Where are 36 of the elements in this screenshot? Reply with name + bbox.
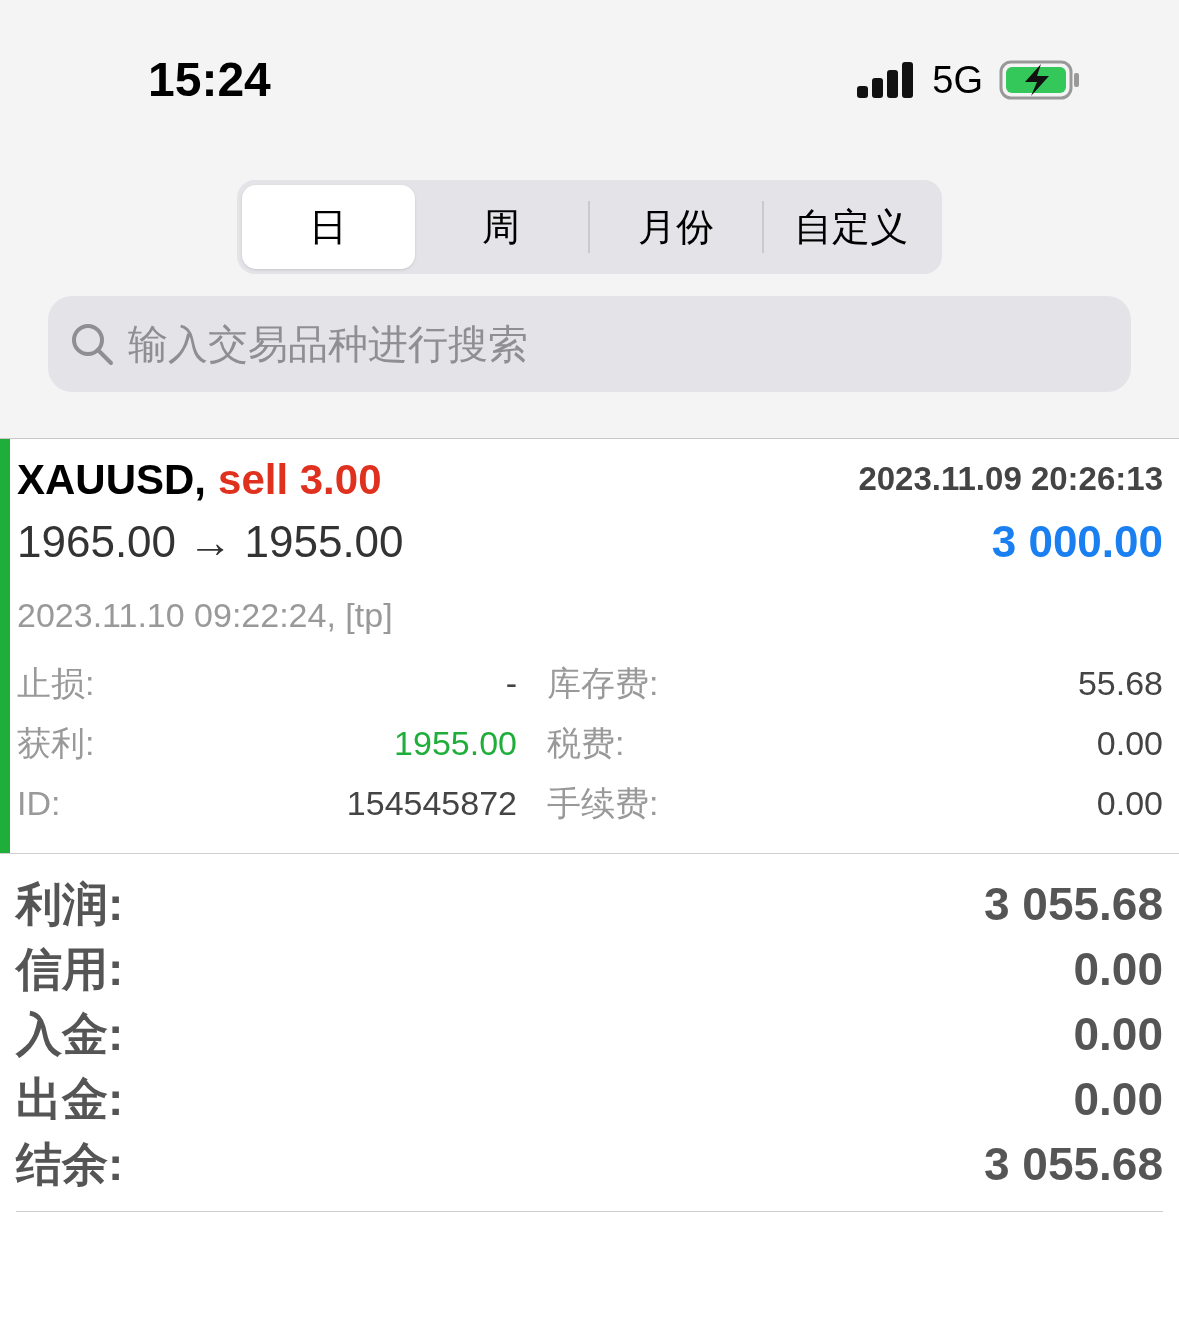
summary-label: 信用:	[16, 942, 124, 997]
period-tab[interactable]: 日	[242, 185, 415, 269]
detail-value: 1955.00	[394, 722, 517, 764]
summary-label: 结余:	[16, 1137, 124, 1192]
detail-value: -	[505, 662, 517, 704]
summary-label: 出金:	[16, 1072, 124, 1127]
open-time: 2023.11.09 20:26:13	[858, 459, 1163, 500]
search-field[interactable]: 输入交易品种进行搜索	[48, 296, 1131, 392]
summary-value: 0.00	[1073, 1072, 1163, 1127]
trade-profit: 3 000.00	[991, 516, 1163, 568]
period-tab[interactable]: 周	[414, 185, 588, 269]
close-info: 2023.11.10 09:22:24, [tp]	[17, 594, 393, 636]
detail-value: 154545872	[346, 782, 517, 824]
detail-label: 税费:	[547, 722, 625, 764]
summary-label: 利润:	[16, 877, 124, 932]
detail-value: 55.68	[1077, 662, 1163, 704]
detail-label: 库存费:	[547, 662, 659, 704]
period-tab[interactable]: 自定义	[764, 185, 937, 269]
detail-label: 止损:	[17, 662, 95, 704]
summary-value: 3 055.68	[983, 877, 1163, 932]
detail-value: 0.00	[1096, 722, 1163, 764]
trade-side: sell 3.00	[218, 454, 382, 505]
detail-label: 获利:	[17, 722, 95, 764]
summary-label: 入金:	[16, 1007, 124, 1062]
summary-value: 3 055.68	[983, 1137, 1163, 1192]
detail-label: 手续费:	[547, 782, 659, 824]
status-time: 15:24	[148, 52, 271, 108]
period-tab[interactable]: 月份	[589, 185, 763, 269]
summary-value: 0.00	[1073, 1007, 1163, 1062]
summary-value: 0.00	[1073, 942, 1163, 997]
detail-label: ID:	[17, 782, 61, 824]
detail-value: 0.00	[1096, 782, 1163, 824]
price-change: 1965.00 → 1955.00	[17, 516, 404, 568]
network-label: 5G	[932, 57, 983, 103]
symbol-label: XAUUSD,	[17, 454, 207, 505]
battery-charging-icon	[999, 60, 1081, 100]
